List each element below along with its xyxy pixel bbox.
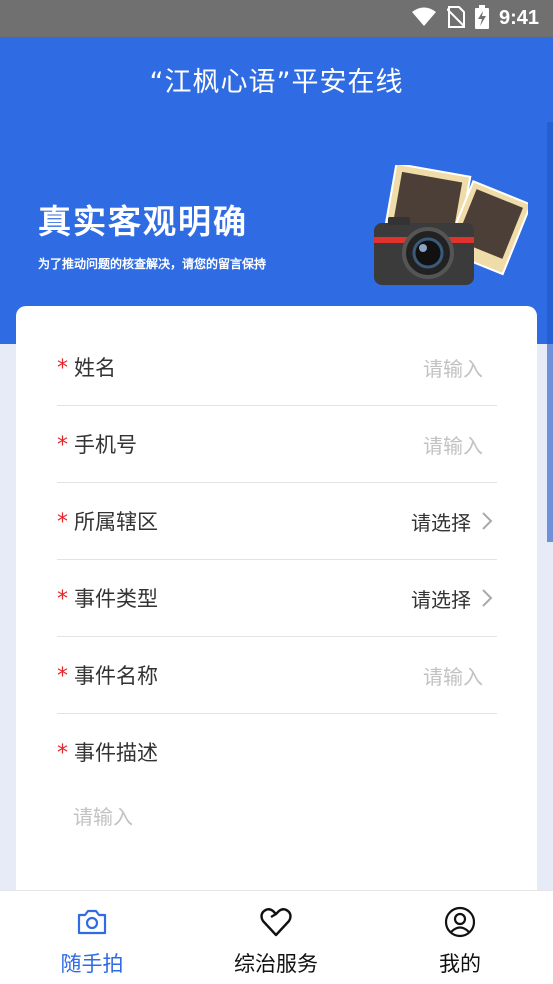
event-type-select[interactable]: 请选择 bbox=[411, 584, 477, 613]
required-mark: * bbox=[57, 355, 68, 381]
status-time: 9:41 bbox=[498, 7, 539, 29]
phone-input[interactable]: 请输入 bbox=[423, 430, 497, 459]
tab-snapshot[interactable]: 随手拍 bbox=[0, 891, 184, 984]
required-mark: * bbox=[57, 509, 68, 535]
camera-icon bbox=[75, 905, 109, 939]
description-textarea[interactable]: 请输入 bbox=[73, 801, 133, 830]
field-label: 姓名 bbox=[74, 356, 116, 380]
field-label: 所属辖区 bbox=[74, 510, 158, 534]
field-phone[interactable]: * 手机号 请输入 bbox=[57, 406, 497, 483]
user-icon bbox=[443, 905, 477, 939]
name-input[interactable]: 请输入 bbox=[423, 353, 497, 382]
field-label: 事件类型 bbox=[74, 587, 158, 611]
required-mark: * bbox=[57, 740, 68, 766]
required-mark: * bbox=[57, 586, 68, 612]
bottom-tab-bar: 随手拍 综治服务 我的 bbox=[0, 890, 553, 984]
field-label: 事件名称 bbox=[74, 664, 158, 688]
scroll-indicator[interactable] bbox=[547, 122, 553, 542]
field-event-name[interactable]: * 事件名称 请输入 bbox=[57, 637, 497, 714]
field-event-type[interactable]: * 事件类型 请选择 bbox=[57, 560, 497, 637]
field-description: * 事件描述 bbox=[57, 714, 497, 790]
district-select[interactable]: 请选择 bbox=[411, 507, 477, 536]
form-card: * 姓名 请输入 * 手机号 请输入 * 所属辖区 请选择 * 事件类型 请选择… bbox=[16, 306, 537, 926]
status-bar: 9:41 bbox=[0, 0, 553, 37]
tab-services[interactable]: 综治服务 bbox=[184, 891, 368, 984]
field-name[interactable]: * 姓名 请输入 bbox=[57, 329, 497, 406]
heart-icon bbox=[259, 905, 293, 939]
tab-mine[interactable]: 我的 bbox=[368, 891, 552, 984]
wifi-icon bbox=[411, 7, 437, 31]
field-district[interactable]: * 所属辖区 请选择 bbox=[57, 483, 497, 560]
required-mark: * bbox=[57, 663, 68, 689]
chevron-right-icon[interactable] bbox=[477, 588, 497, 608]
required-mark: * bbox=[57, 432, 68, 458]
tab-label: 我的 bbox=[439, 952, 481, 976]
field-label: 事件描述 bbox=[74, 741, 158, 765]
battery-charging-icon bbox=[474, 4, 489, 33]
banner-subtitle: 为了推动问题的核查解决，请您的留言保持 bbox=[38, 257, 267, 271]
page-title: “江枫心语”平安在线 bbox=[149, 67, 404, 98]
no-sim-icon bbox=[446, 5, 466, 32]
event-name-input[interactable]: 请输入 bbox=[423, 661, 497, 690]
chevron-right-icon[interactable] bbox=[477, 511, 497, 531]
camera-illustration bbox=[374, 165, 528, 285]
banner-title: 真实客观明确 bbox=[38, 202, 248, 241]
field-label: 手机号 bbox=[74, 433, 137, 457]
tab-label: 随手拍 bbox=[60, 952, 124, 976]
tab-label: 综治服务 bbox=[234, 952, 318, 976]
